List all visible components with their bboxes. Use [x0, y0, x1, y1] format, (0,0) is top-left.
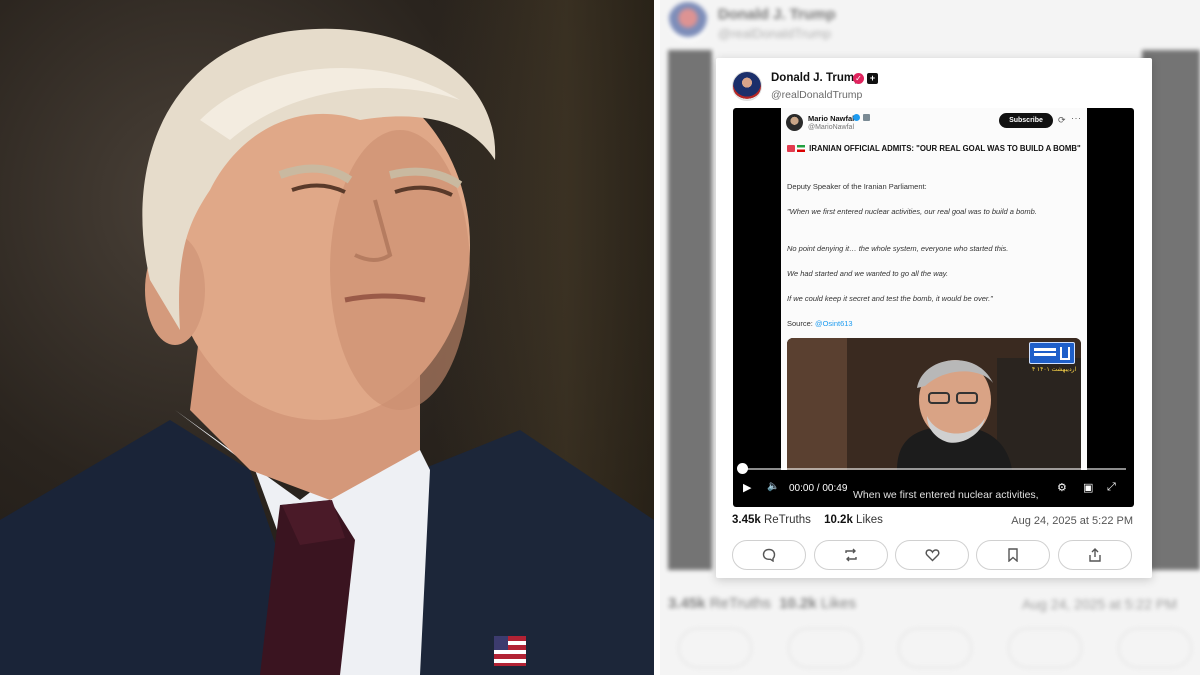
bookmark-button[interactable]	[976, 540, 1050, 570]
background-retruths-label: ReTruths	[709, 595, 771, 612]
author-name[interactable]: Donald J. Trump	[771, 72, 861, 84]
embedded-affiliate-icon	[863, 114, 870, 121]
embedded-line: If we could keep it secret and test the …	[787, 294, 993, 303]
portrait-photo	[0, 0, 654, 675]
embedded-post-screenshot: Mario Nawfal @MarioNawfal Subscribe ⟳ ··…	[781, 108, 1087, 470]
background-action	[1008, 628, 1082, 668]
logo-date: ۴ اردیبهشت ۱۴۰۱	[1032, 367, 1077, 373]
embedded-source: Source: @Osint613	[787, 319, 853, 328]
background-action	[788, 628, 862, 668]
bookmark-icon	[1008, 548, 1018, 563]
share-button[interactable]	[1058, 540, 1132, 570]
background-retruths-count: 3.45k	[668, 595, 706, 612]
background-author-handle: @realDonaldTrump	[718, 26, 832, 41]
background-author-name: Donald J. Trump	[718, 6, 836, 23]
more-icon: ···	[1071, 113, 1082, 123]
background-action	[678, 628, 752, 668]
suit-jacket-right	[400, 430, 654, 675]
settings-icon[interactable]: ⚙	[1057, 481, 1067, 494]
grok-icon: ⟳	[1058, 115, 1066, 125]
play-icon[interactable]: ▶	[743, 481, 751, 494]
post-stats: 3.45k ReTruths 10.2k Likes	[732, 514, 893, 526]
embedded-headline: IRANIAN OFFICIAL ADMITS: "OUR REAL GOAL …	[787, 143, 1083, 154]
retruth-button[interactable]	[814, 540, 888, 570]
embedded-line: We had started and we wanted to go all t…	[787, 269, 949, 278]
reply-icon	[762, 548, 776, 563]
volume-icon[interactable]: 🔈	[767, 481, 779, 492]
embedded-source-label: Source:	[787, 319, 813, 328]
share-icon	[1089, 548, 1101, 562]
likes-count[interactable]: 10.2k	[824, 514, 853, 526]
background-likes-label: Likes	[820, 595, 856, 612]
fullscreen-icon[interactable]: ⤢	[1107, 481, 1116, 494]
truth-post-card: Donald J. Trump ✓ + @realDonaldTrump Mar…	[716, 58, 1152, 578]
alert-icon	[787, 145, 795, 152]
background-date: Aug 24, 2025 at 5:22 PM	[1022, 596, 1177, 612]
plus-badge-icon: +	[867, 73, 878, 84]
iran-flag-icon	[797, 145, 805, 152]
reply-button[interactable]	[732, 540, 806, 570]
background-action	[898, 628, 972, 668]
embedded-author-handle: @MarioNawfal	[808, 124, 855, 131]
video-caption: When we first entered nuclear activities…	[853, 489, 1039, 501]
verified-badge-icon: ✓	[853, 73, 864, 84]
embedded-line: No point denying it… the whole system, e…	[787, 244, 1009, 253]
pip-icon[interactable]: ▣	[1083, 481, 1093, 494]
background-video-left	[668, 50, 712, 570]
embedded-verified-icon	[853, 114, 860, 121]
retruth-icon	[845, 548, 857, 562]
retruths-count[interactable]: 3.45k	[732, 514, 761, 526]
embedded-author-avatar	[786, 114, 803, 131]
retruths-label: ReTruths	[763, 514, 811, 526]
author-avatar[interactable]	[732, 71, 762, 101]
embedded-video-frame: ۴ اردیبهشت ۱۴۰۱	[787, 338, 1081, 470]
embedded-media[interactable]: Mario Nawfal @MarioNawfal Subscribe ⟳ ··…	[733, 108, 1134, 507]
embedded-author-name: Mario Nawfal	[808, 114, 855, 123]
subscribe-button: Subscribe	[999, 113, 1053, 128]
background-action	[1118, 628, 1192, 668]
embedded-headline-text: IRANIAN OFFICIAL ADMITS: "OUR REAL GOAL …	[809, 144, 1081, 153]
video-progress-knob[interactable]	[737, 463, 748, 474]
video-progress-track[interactable]	[743, 468, 1126, 470]
background-stats: 3.45k ReTruths 10.2k Likes	[668, 595, 856, 612]
like-icon	[925, 549, 939, 562]
likes-label: Likes	[856, 514, 883, 526]
background-likes-count: 10.2k	[779, 595, 817, 612]
embedded-line: "When we first entered nuclear activitie…	[787, 207, 1037, 216]
news-channel-logo	[1029, 342, 1075, 364]
author-handle[interactable]: @realDonaldTrump	[771, 89, 862, 101]
video-time: 00:00 / 00:49	[789, 483, 848, 494]
post-date[interactable]: Aug 24, 2025 at 5:22 PM	[1011, 515, 1133, 527]
like-button[interactable]	[895, 540, 969, 570]
embedded-line: Deputy Speaker of the Iranian Parliament…	[787, 182, 927, 191]
background-avatar	[668, 2, 708, 42]
embedded-source-link: @Osint613	[814, 319, 853, 328]
portrait-illustration	[0, 28, 654, 675]
